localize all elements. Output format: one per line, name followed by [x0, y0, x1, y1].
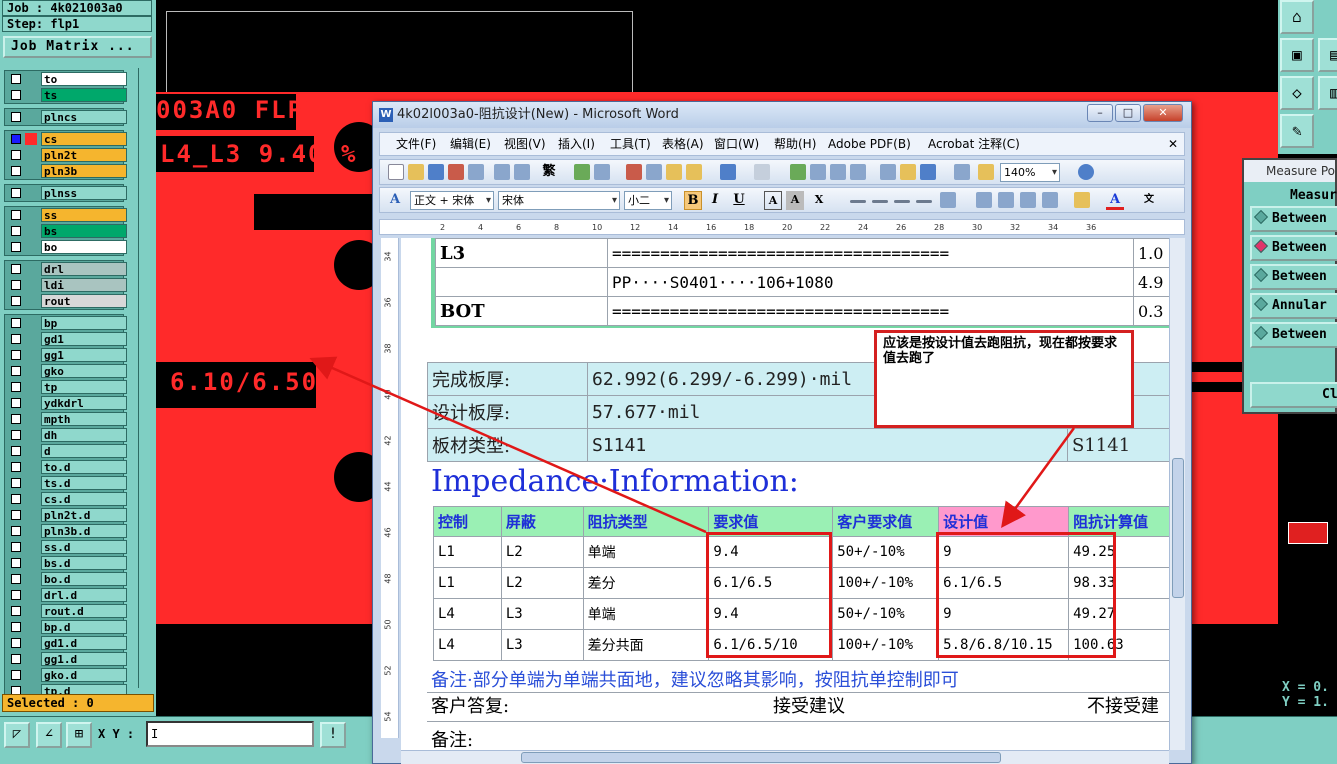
- arrow-to-design-value: [1001, 427, 1076, 529]
- annotation-arrows: [309, 356, 1076, 534]
- arrow-to-canvas: [309, 356, 707, 534]
